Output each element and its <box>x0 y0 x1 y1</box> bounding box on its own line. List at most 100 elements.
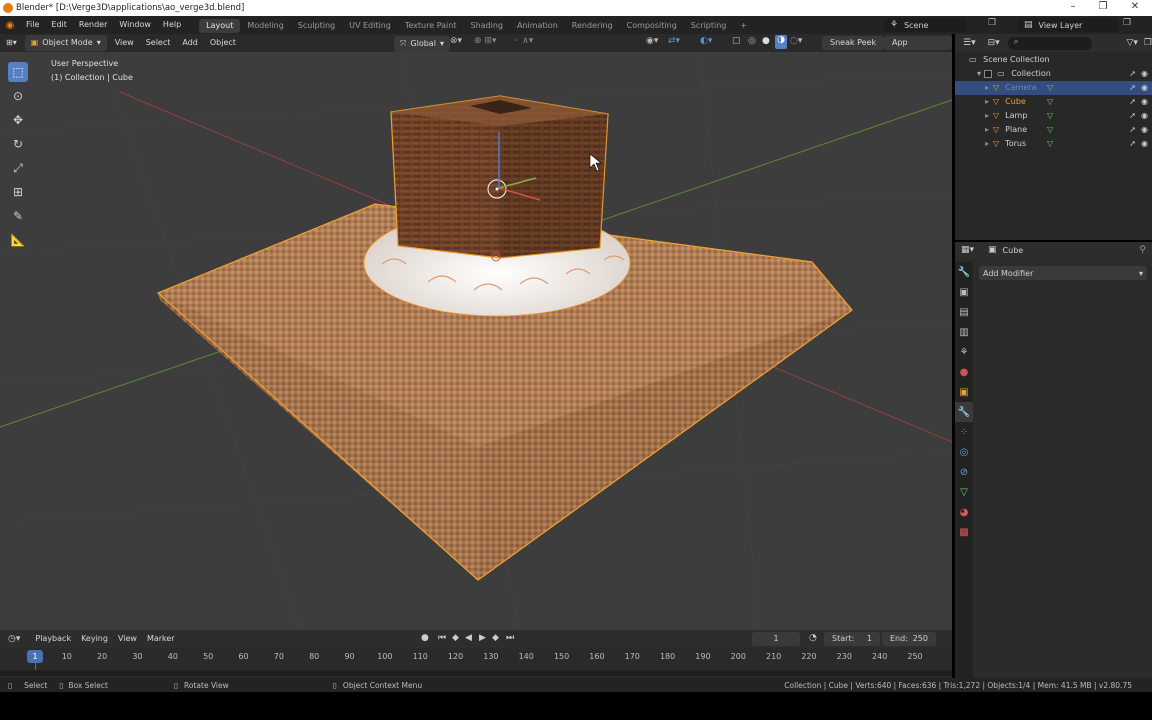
mesh-data-tab-icon[interactable]: ▽ <box>955 482 973 502</box>
current-frame-field[interactable]: 1 <box>752 632 800 646</box>
menu-render[interactable]: Render <box>73 16 113 34</box>
object-data-icon[interactable]: ▽ <box>1047 123 1053 137</box>
tab-scripting[interactable]: Scripting <box>684 19 734 33</box>
app-manager-button[interactable]: App Manager <box>884 36 952 61</box>
tab-sculpting[interactable]: Sculpting <box>291 19 342 33</box>
view-object-types-icon[interactable]: ◉▾ <box>646 36 658 46</box>
timeline-menu-marker[interactable]: Marker <box>142 631 180 647</box>
select-box-tool-icon[interactable]: ⬚ <box>8 62 28 82</box>
filter-icon[interactable]: ▽▾ <box>1126 38 1137 48</box>
visibility-eye-icon[interactable]: ◉ <box>1141 109 1148 123</box>
blender-menu-icon[interactable]: ◉ <box>0 16 20 34</box>
outliner-search-input[interactable]: ⌕ <box>1007 36 1093 50</box>
viewport-menu-object[interactable]: Object <box>204 35 242 51</box>
menu-help[interactable]: Help <box>157 16 187 34</box>
physics-tab-icon[interactable]: ◎ <box>955 442 973 462</box>
rendered-shading-icon[interactable]: ◌▾ <box>790 36 802 46</box>
visibility-eye-icon[interactable]: ◉ <box>1141 123 1148 137</box>
selectable-toggle-icon[interactable]: ➚ <box>1129 109 1136 123</box>
expand-arrow-icon[interactable]: ▸ <box>985 83 989 92</box>
modifier-tab-icon[interactable]: 🔧 <box>955 402 973 422</box>
tab-texture-paint[interactable]: Texture Paint <box>398 19 464 33</box>
display-mode-icon[interactable]: ⊟▾ <box>988 38 1000 48</box>
cursor-tool-icon[interactable]: ⊙ <box>8 86 28 106</box>
menu-edit[interactable]: Edit <box>45 16 73 34</box>
scale-tool-icon[interactable]: ⤢ <box>8 158 28 178</box>
expand-arrow-icon[interactable]: ▸ <box>985 111 989 120</box>
play-reverse-icon[interactable]: ◀ <box>465 633 472 643</box>
restore-button[interactable]: ❐ <box>1088 1 1118 15</box>
timeline-editor-icon[interactable]: ◷▾ <box>8 634 20 644</box>
new-scene-icon[interactable]: ❐ <box>985 18 999 32</box>
tab-uv-editing[interactable]: UV Editing <box>342 19 398 33</box>
selectable-toggle-icon[interactable]: ➚ <box>1129 123 1136 137</box>
object-data-icon[interactable]: ▽ <box>1047 81 1053 95</box>
outliner-editor-icon[interactable]: ☰▾ <box>963 38 976 48</box>
outliner-item-camera[interactable]: ▸ ▽ Camera ▽ ➚ ◉ <box>955 81 1152 95</box>
view-layer-selector[interactable]: ▤ View Layer <box>1018 18 1118 32</box>
timeline-menu-keying[interactable]: Keying <box>76 631 113 647</box>
xray-icon[interactable]: ▢ <box>732 36 741 46</box>
wireframe-shading-icon[interactable]: ◎ <box>748 36 756 46</box>
end-frame-field[interactable]: End: 250 <box>882 632 936 646</box>
outliner-item-plane[interactable]: ▸ ▽ Plane ▽ ➚ ◉ <box>955 123 1152 137</box>
stopwatch-icon[interactable]: ◔ <box>809 633 817 643</box>
constraints-tab-icon[interactable]: ⊘ <box>955 462 973 482</box>
selectable-toggle-icon[interactable]: ➚ <box>1129 137 1136 151</box>
tab-layout[interactable]: Layout <box>199 19 241 33</box>
rotate-tool-icon[interactable]: ↻ <box>8 134 28 154</box>
pin-icon[interactable]: ⚲ <box>1139 245 1146 255</box>
orientation-dropdown[interactable]: ⤧ Global ▾ <box>394 36 450 52</box>
material-tab-icon[interactable]: ◕ <box>955 502 973 522</box>
material-shading-icon[interactable]: ◑ <box>775 35 787 49</box>
render-tab-icon[interactable]: ▣ <box>955 282 973 302</box>
close-button[interactable]: ✕ <box>1120 1 1150 15</box>
mode-dropdown[interactable]: ▣ Object Mode ▾ <box>24 35 107 51</box>
outliner-item-cube[interactable]: ▸ ▽ Cube ▽ ➚ ◉ <box>955 95 1152 109</box>
jump-start-icon[interactable]: ⏮ <box>438 633 446 643</box>
properties-editor-icon[interactable]: ▦▾ <box>961 245 974 255</box>
annotate-tool-icon[interactable]: ✎ <box>8 206 28 226</box>
pivot-icon[interactable]: ⊗▾ <box>450 36 462 46</box>
viewport-menu-add[interactable]: Add <box>176 35 204 51</box>
start-frame-field[interactable]: Start: 1 <box>824 632 880 646</box>
visibility-eye-icon[interactable]: ◉ <box>1141 81 1148 95</box>
add-workspace-button[interactable]: + <box>733 19 754 33</box>
object-tab-icon[interactable]: ▣ <box>955 382 973 402</box>
add-modifier-dropdown[interactable]: Add Modifier ▾ <box>979 266 1147 280</box>
timeline-scrollbar[interactable] <box>0 670 952 676</box>
tab-animation[interactable]: Animation <box>510 19 565 33</box>
viewport-menu-view[interactable]: View <box>109 35 140 51</box>
editor-type-icon[interactable]: ⊞▾ <box>0 35 23 51</box>
new-collection-icon[interactable]: ❐ <box>1144 38 1152 48</box>
sneak-peek-button[interactable]: Sneak Peek <box>822 36 885 50</box>
outliner-item-torus[interactable]: ▸ ▽ Torus ▽ ➚ ◉ <box>955 137 1152 151</box>
view-layer-tab-icon[interactable]: ▥ <box>955 322 973 342</box>
tab-shading[interactable]: Shading <box>463 19 510 33</box>
expand-arrow-icon[interactable]: ▾ <box>977 69 981 78</box>
visibility-eye-icon[interactable]: ◉ <box>1141 137 1148 151</box>
measure-tool-icon[interactable]: 📐 <box>8 230 28 250</box>
outliner-collection[interactable]: ▾ ▭ Collection ➚ ◉ <box>955 67 1152 81</box>
outliner-scene-collection[interactable]: ▭ Scene Collection <box>955 53 1152 67</box>
expand-arrow-icon[interactable]: ▸ <box>985 125 989 134</box>
particles-tab-icon[interactable]: ⁘ <box>955 422 973 442</box>
gizmo-icon[interactable]: ⇄▾ <box>668 36 680 46</box>
selectable-toggle-icon[interactable]: ➚ <box>1129 67 1136 81</box>
move-tool-icon[interactable]: ✥ <box>8 110 28 130</box>
record-icon[interactable]: ● <box>421 633 429 643</box>
object-data-icon[interactable]: ▽ <box>1047 137 1053 151</box>
timeline-menu-view[interactable]: View <box>113 631 142 647</box>
tab-modeling[interactable]: Modeling <box>240 19 290 33</box>
overlays-icon[interactable]: ◐▾ <box>700 36 712 46</box>
snap-icon[interactable]: ⊕ ⊞▾ <box>474 36 496 46</box>
tab-rendering[interactable]: Rendering <box>565 19 620 33</box>
visibility-eye-icon[interactable]: ◉ <box>1141 67 1148 81</box>
play-icon[interactable]: ▶ <box>479 633 486 643</box>
visibility-eye-icon[interactable]: ◉ <box>1141 95 1148 109</box>
object-data-icon[interactable]: ▽ <box>1047 95 1053 109</box>
proportional-edit-icon[interactable]: ◦ ∧▾ <box>514 36 533 46</box>
outliner-item-lamp[interactable]: ▸ ▽ Lamp ▽ ➚ ◉ <box>955 109 1152 123</box>
selectable-toggle-icon[interactable]: ➚ <box>1129 81 1136 95</box>
new-view-layer-icon[interactable]: ❐ <box>1120 18 1134 32</box>
